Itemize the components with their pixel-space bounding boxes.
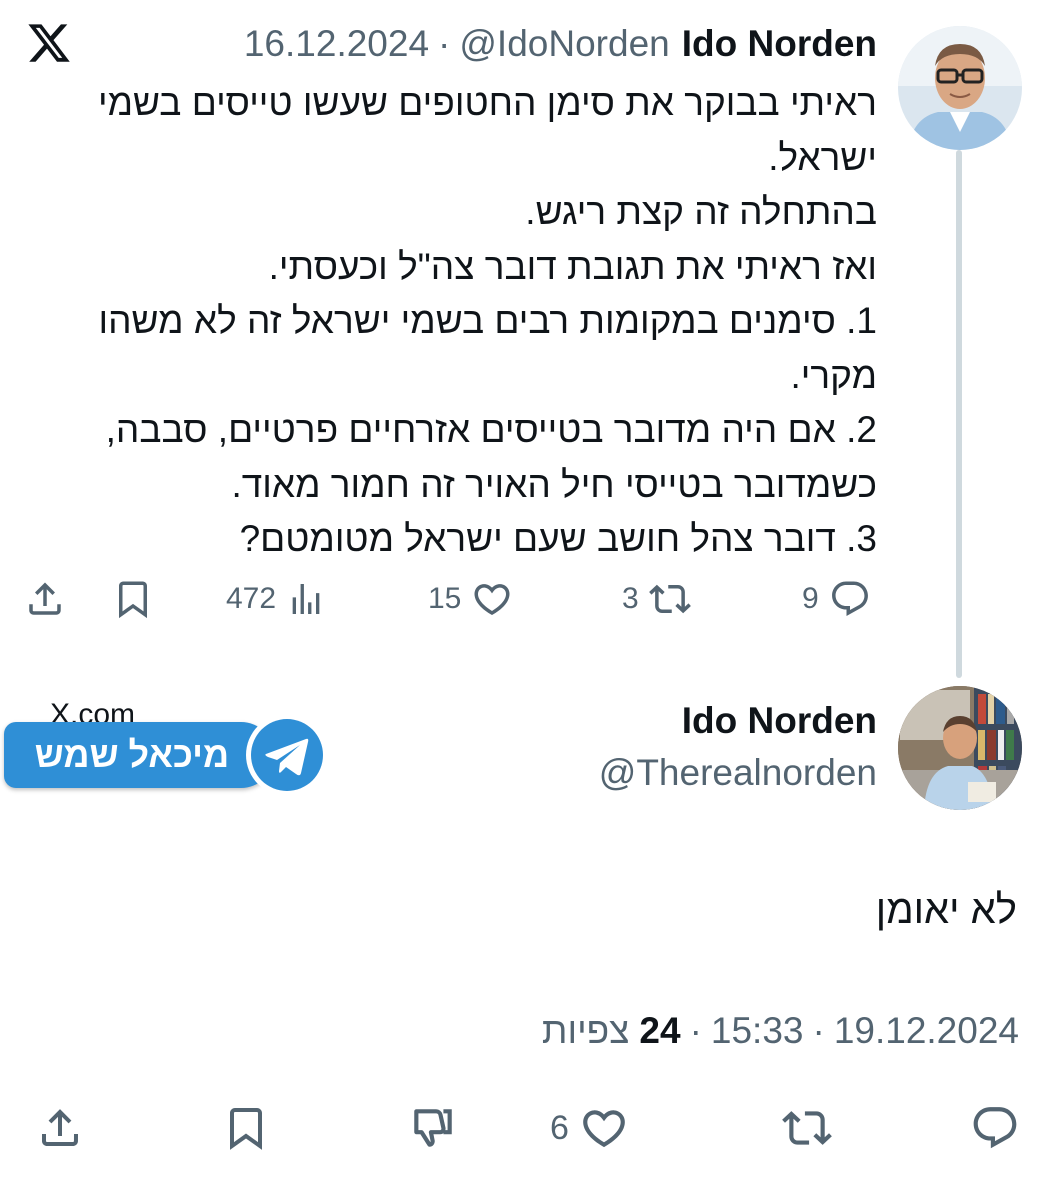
telegram-watermark: מיכאל שמש	[4, 712, 334, 798]
reply-author-handle[interactable]: @Therealnorden	[599, 752, 877, 794]
separator-dot: ·	[438, 23, 451, 64]
thumbs-down-icon	[414, 1109, 452, 1147]
author-name[interactable]: Ido Norden	[682, 23, 877, 65]
reply-button[interactable]	[970, 1098, 1020, 1158]
like-button[interactable]: 15	[428, 572, 513, 626]
bookmark-button[interactable]	[112, 572, 154, 626]
retweets-count: 3	[622, 582, 639, 615]
tweet-line: 2. אם היה מדובר בטייסים אזרחיים פרטיים, …	[95, 409, 877, 505]
share-icon	[42, 1109, 78, 1146]
separator-dot: ·	[689, 1010, 702, 1051]
avatar[interactable]	[898, 26, 1022, 150]
retweet-button[interactable]	[782, 1098, 832, 1158]
reply-icon	[831, 581, 868, 616]
likes-count: 6	[550, 1108, 569, 1147]
share-icon	[29, 582, 61, 615]
views-count[interactable]: 24	[639, 1010, 680, 1052]
share-button[interactable]	[24, 572, 66, 626]
share-button[interactable]	[36, 1098, 84, 1158]
avatar[interactable]	[898, 686, 1022, 810]
x-logo-icon[interactable]	[26, 20, 72, 66]
bookmark-icon	[230, 1108, 262, 1150]
tweet-line: 1. סימנים במקומות רבים בשמי ישראל זה לא …	[88, 300, 877, 396]
views-button[interactable]: 472	[226, 572, 326, 626]
tweet-date[interactable]: 19.12.2024	[834, 1010, 1019, 1052]
views-count: 472	[226, 582, 277, 615]
reply-tweet-meta: צפיות 24 · 15:33 · 19.12.2024	[534, 1006, 1019, 1056]
views-icon	[292, 584, 320, 614]
replies-count: 9	[802, 582, 819, 615]
reply-button[interactable]: 9	[802, 572, 871, 626]
retweet-icon	[648, 584, 691, 614]
dislike-button[interactable]	[408, 1098, 458, 1158]
retweet-button[interactable]: 3	[622, 572, 691, 626]
bookmark-button[interactable]	[222, 1098, 270, 1158]
likes-count: 15	[428, 582, 462, 615]
parent-tweet-header: 16.12.2024 · @IdoNorden Ido Norden	[244, 22, 877, 66]
like-button[interactable]: 6	[550, 1098, 629, 1158]
tweet-line: בהתחלה זה קצת ריגש.	[525, 191, 877, 232]
watermark-label: מיכאל שמש	[34, 734, 230, 775]
reply-tweet-actions: 6	[0, 1098, 1045, 1158]
author-handle[interactable]: @IdoNorden	[459, 23, 669, 65]
bookmark-icon	[119, 581, 147, 619]
reply-author-name[interactable]: Ido Norden	[682, 700, 877, 742]
separator-dot: ·	[812, 1010, 825, 1051]
tweet-body: ראיתי בבוקר את סימן החטופים שעשו טייסים …	[77, 76, 877, 567]
tweet-line: 3. דובר צהל חושב שעם ישראל מטומטם?	[239, 518, 877, 559]
telegram-icon	[244, 712, 330, 798]
retweet-icon	[782, 1111, 832, 1145]
parent-tweet-actions: 472 15 3 9	[0, 572, 1045, 626]
reply-tweet-text: לא יאומן	[875, 888, 1017, 932]
heart-icon	[474, 584, 510, 616]
reply-icon	[973, 1107, 1017, 1149]
heart-icon	[583, 1110, 625, 1148]
tweet-time[interactable]: 15:33	[711, 1010, 804, 1052]
views-label: צפיות	[541, 1010, 630, 1051]
tweet-date: 16.12.2024	[243, 23, 430, 64]
tweet-line: ראיתי בבוקר את סימן החטופים שעשו טייסים …	[87, 82, 877, 178]
tweet-line: ואז ראיתי את תגובת דובר צה"ל וכעסתי.	[268, 245, 877, 287]
